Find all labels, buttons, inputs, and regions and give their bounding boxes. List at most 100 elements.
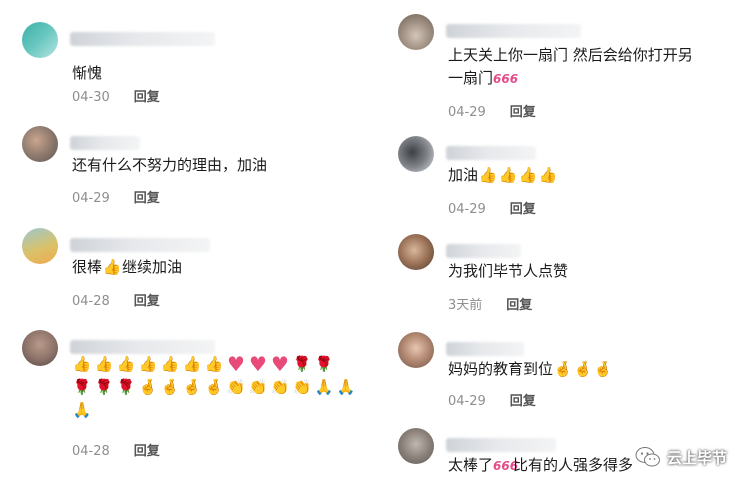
avatar[interactable]	[398, 136, 434, 172]
reply-button[interactable]: 回复	[134, 90, 160, 105]
thumbs-up-emoji: 👍	[160, 355, 180, 373]
rose-emoji: 🌹	[72, 378, 92, 396]
clap-emoji: 👏	[226, 378, 246, 396]
username-blurred[interactable]	[446, 342, 524, 356]
comment-item: 加油👍👍👍👍 04-29 回复	[398, 136, 748, 226]
comment-item: 妈妈的教育到位🤞🤞🤞 04-29 回复	[398, 332, 748, 422]
avatar[interactable]	[22, 126, 58, 162]
666-emoji: 666	[493, 459, 519, 473]
reply-button[interactable]: 回复	[510, 394, 536, 409]
emoji-row-3: 🙏	[72, 400, 372, 420]
reply-button[interactable]: 回复	[510, 202, 536, 217]
avatar[interactable]	[398, 428, 434, 464]
thumbs-up-emoji: 👍	[204, 355, 224, 373]
comment-item: 还有什么不努力的理由，加油 04-29 回复	[22, 126, 372, 216]
avatar[interactable]	[398, 234, 434, 270]
comment-item: 上天关上你一扇门 然后会给你打开另 一扇门666 04-29 回复	[398, 14, 748, 124]
username-blurred[interactable]	[70, 32, 215, 46]
comment-item: 为我们毕节人点赞 3天前 回复	[398, 234, 748, 324]
comment-meta: 04-29 回复	[448, 390, 536, 409]
comment-meta: 04-29 回复	[72, 187, 160, 206]
right-comment-column: 上天关上你一扇门 然后会给你打开另 一扇门666 04-29 回复 加油👍👍👍👍 …	[378, 0, 751, 487]
comment-date: 04-29	[72, 191, 110, 206]
comment-meta: 04-28 回复	[72, 440, 160, 459]
comment-meta: 04-29 回复	[448, 198, 536, 217]
avatar[interactable]	[22, 22, 58, 58]
comment-item: 👍 👍 👍 👍 👍 👍 👍 ♥ ♥ ♥ 🌹 🌹 🌹 🌹 🌹 🤞 🤞 🤞 🤞 👏 …	[22, 330, 372, 470]
rose-emoji: 🌹	[292, 355, 312, 373]
crossed-fingers-emoji: 🤞	[573, 360, 593, 378]
thumbs-up-emoji: 👍	[116, 355, 136, 373]
clap-emoji: 👏	[270, 378, 290, 396]
heart-emoji: ♥	[271, 352, 289, 376]
reply-button[interactable]: 回复	[134, 191, 160, 206]
username-blurred[interactable]	[446, 438, 556, 452]
avatar[interactable]	[22, 228, 58, 264]
comment-meta: 3天前 回复	[448, 294, 532, 313]
pray-emoji: 🙏	[314, 378, 334, 396]
comment-text: 惭愧	[72, 64, 103, 82]
left-comment-column: 惭愧 04-30 回复 还有什么不努力的理由，加油 04-29 回复 很棒👍继续加油…	[0, 0, 375, 487]
username-blurred[interactable]	[70, 340, 215, 354]
666-emoji: 666	[493, 72, 519, 86]
comment-date: 04-29	[448, 202, 486, 217]
thumbs-up-emoji: 👍	[102, 258, 122, 276]
watermark-label: 云上毕节	[667, 448, 728, 467]
comment-date: 04-29	[448, 394, 486, 409]
comment-text: 太棒了666比有的人强多得多	[448, 456, 634, 474]
username-blurred[interactable]	[70, 136, 140, 150]
pray-emoji: 🙏	[72, 401, 92, 419]
comment-text: 上天关上你一扇门 然后会给你打开另 一扇门666	[448, 46, 693, 87]
comment-meta: 04-29 回复	[448, 101, 536, 120]
thumbs-up-emoji: 👍	[94, 355, 114, 373]
avatar[interactable]	[398, 14, 434, 50]
comment-text: 加油👍👍👍👍	[448, 166, 558, 184]
username-blurred[interactable]	[70, 238, 210, 252]
comment-item: 惭愧 04-30 回复	[22, 22, 372, 112]
thumbs-up-emoji: 👍	[182, 355, 202, 373]
rose-emoji: 🌹	[314, 355, 334, 373]
rose-emoji: 🌹	[94, 378, 114, 396]
thumbs-up-emoji: 👍	[518, 166, 538, 184]
comment-meta: 04-28 回复	[72, 290, 160, 309]
pray-emoji: 🙏	[336, 378, 356, 396]
thumbs-up-emoji: 👍	[72, 355, 92, 373]
heart-emoji: ♥	[227, 352, 245, 376]
comment-text: 妈妈的教育到位🤞🤞🤞	[448, 360, 613, 378]
comment-date: 04-29	[448, 105, 486, 120]
thumbs-up-emoji: 👍	[498, 166, 518, 184]
avatar[interactable]	[22, 330, 58, 366]
reply-button[interactable]: 回复	[134, 294, 160, 309]
thumbs-up-emoji: 👍	[478, 166, 498, 184]
crossed-fingers-emoji: 🤞	[182, 378, 202, 396]
crossed-fingers-emoji: 🤞	[204, 378, 224, 396]
comment-date: 04-28	[72, 444, 110, 459]
emoji-row-2: 🌹 🌹 🌹 🤞 🤞 🤞 🤞 👏 👏 👏 👏 🙏 🙏	[72, 377, 372, 397]
reply-button[interactable]: 回复	[506, 298, 532, 313]
emoji-content: 👍 👍 👍 👍 👍 👍 👍 ♥ ♥ ♥ 🌹 🌹 🌹 🌹 🌹 🤞 🤞 🤞 🤞 👏 …	[72, 354, 372, 420]
wechat-icon	[635, 446, 661, 468]
emoji-row-1: 👍 👍 👍 👍 👍 👍 👍 ♥ ♥ ♥ 🌹 🌹	[72, 354, 372, 374]
clap-emoji: 👏	[248, 378, 268, 396]
avatar[interactable]	[398, 332, 434, 368]
comment-text: 为我们毕节人点赞	[448, 262, 569, 280]
account-watermark: 云上毕节	[635, 440, 747, 474]
rose-emoji: 🌹	[116, 378, 136, 396]
thumbs-up-emoji: 👍	[138, 355, 158, 373]
comment-text: 还有什么不努力的理由，加油	[72, 156, 268, 174]
comment-meta: 04-30 回复	[72, 86, 160, 105]
comment-item: 很棒👍继续加油 04-28 回复	[22, 228, 372, 318]
username-blurred[interactable]	[446, 24, 581, 38]
crossed-fingers-emoji: 🤞	[593, 360, 613, 378]
comment-date: 04-30	[72, 90, 110, 105]
crossed-fingers-emoji: 🤞	[138, 378, 158, 396]
reply-button[interactable]: 回复	[510, 105, 536, 120]
comment-text: 很棒👍继续加油	[72, 258, 183, 276]
comment-date: 3天前	[448, 298, 483, 313]
username-blurred[interactable]	[446, 146, 536, 160]
reply-button[interactable]: 回复	[134, 444, 160, 459]
clap-emoji: 👏	[292, 378, 312, 396]
crossed-fingers-emoji: 🤞	[553, 360, 573, 378]
username-blurred[interactable]	[446, 244, 521, 258]
crossed-fingers-emoji: 🤞	[160, 378, 180, 396]
